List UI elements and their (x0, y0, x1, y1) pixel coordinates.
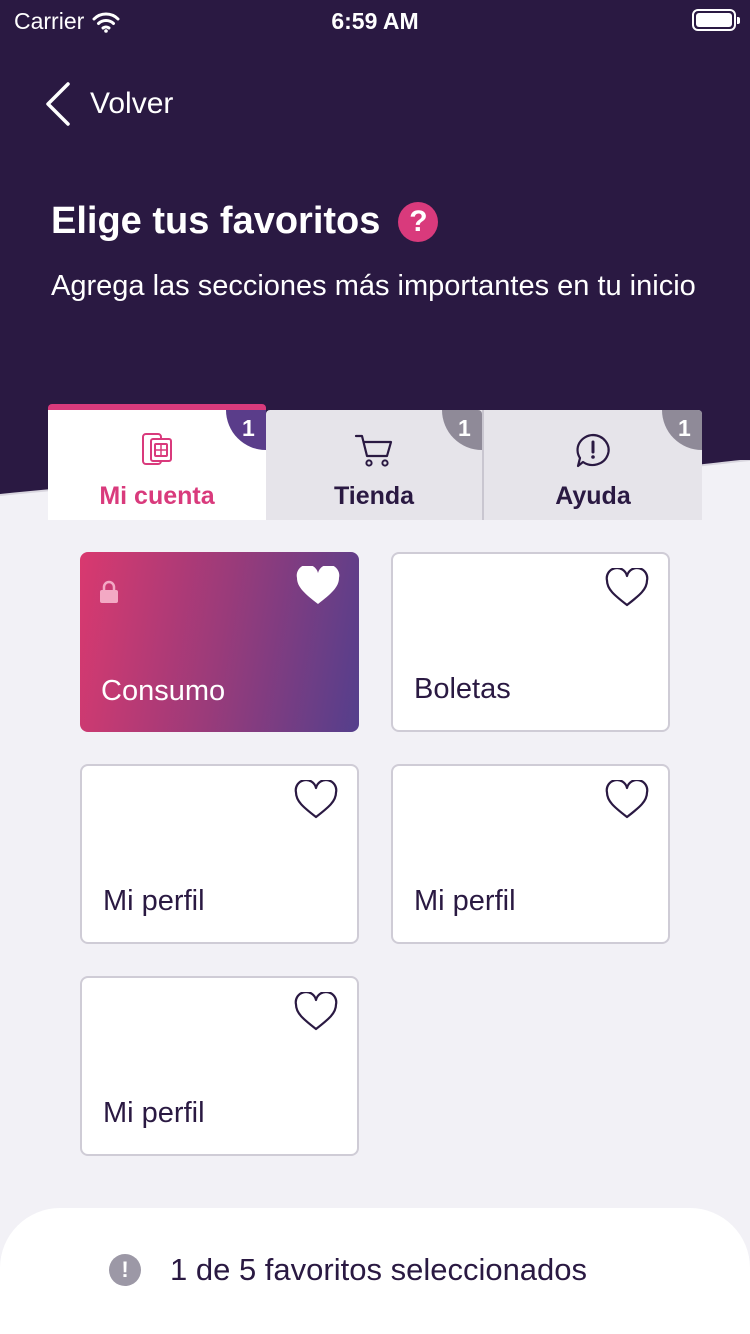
card-label: Mi perfil (103, 1097, 205, 1129)
chevron-left-icon (46, 82, 70, 126)
heart-outline-icon[interactable] (293, 780, 339, 820)
back-button[interactable]: Volver (44, 82, 173, 126)
page-title-row: Elige tus favoritos ? (51, 200, 439, 243)
cart-icon (354, 434, 393, 467)
favorite-card-consumo[interactable]: Consumo (80, 552, 359, 732)
selection-summary-sheet: ! 1 de 5 favoritos seleccionados (0, 1208, 750, 1334)
clock: 6:59 AM (331, 8, 419, 34)
chat-alert-icon (576, 433, 610, 468)
heart-outline-icon[interactable] (604, 568, 650, 608)
card-label: Mi perfil (414, 885, 516, 917)
favorite-card-boletas[interactable]: Boletas (391, 552, 670, 732)
heart-filled-icon[interactable] (295, 566, 341, 606)
favorite-card-mi-perfil[interactable]: Mi perfil (80, 764, 359, 944)
help-icon[interactable]: ? (398, 201, 439, 242)
section-tabs: Mi cuenta 1 Tienda 1 Ayuda 1 (48, 404, 702, 520)
lock-icon (100, 580, 118, 603)
tab-label: Mi cuenta (99, 482, 215, 510)
info-icon: ! (109, 1254, 141, 1286)
heart-outline-icon[interactable] (293, 992, 339, 1032)
tab-ayuda[interactable]: Ayuda 1 (484, 410, 702, 520)
selection-summary: 1 de 5 favoritos seleccionados (170, 1252, 588, 1287)
card-label: Consumo (101, 675, 226, 707)
battery-icon (692, 9, 740, 31)
tab-label: Ayuda (555, 482, 631, 510)
tab-label: Tienda (333, 482, 415, 510)
back-label: Volver (90, 87, 174, 120)
sim-card-icon (142, 433, 172, 465)
page-subtitle: Agrega las secciones más importantes en … (51, 270, 696, 302)
tab-mi-cuenta[interactable]: Mi cuenta 1 (48, 404, 266, 520)
card-label: Mi perfil (103, 885, 205, 917)
heart-outline-icon[interactable] (604, 780, 650, 820)
tab-tienda[interactable]: Tienda 1 (266, 410, 484, 520)
card-label: Boletas (414, 673, 511, 705)
page-title: Elige tus favoritos (51, 200, 381, 242)
favorite-card-mi-perfil[interactable]: Mi perfil (80, 976, 359, 1156)
status-bar: Carrier 6:59 AM (0, 0, 750, 40)
favorite-card-mi-perfil[interactable]: Mi perfil (391, 764, 670, 944)
